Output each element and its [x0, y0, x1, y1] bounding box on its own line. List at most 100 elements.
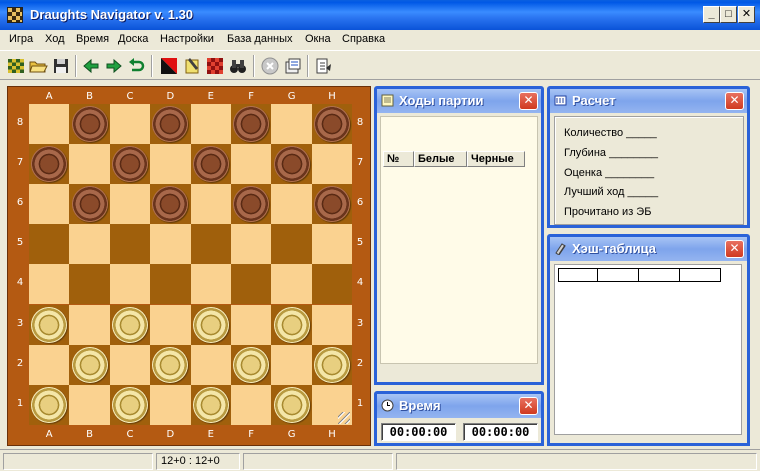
board-square-f3[interactable]: [231, 304, 272, 345]
dark-piece[interactable]: [233, 106, 270, 143]
board-square-e6[interactable]: [190, 184, 231, 225]
board-square-a2[interactable]: [29, 344, 70, 385]
board-square-f5[interactable]: [231, 224, 272, 265]
board-square-d4[interactable]: [150, 264, 191, 305]
board-square-f7[interactable]: [231, 144, 272, 185]
board-resize-grip[interactable]: [338, 412, 350, 424]
export-icon[interactable]: [314, 56, 334, 76]
light-piece[interactable]: [192, 306, 229, 343]
menu-game[interactable]: Игра: [9, 33, 33, 45]
board-square-e4[interactable]: [190, 264, 231, 305]
calc-panel-close-button[interactable]: ✕: [725, 92, 744, 110]
light-piece[interactable]: [31, 386, 68, 423]
dark-piece[interactable]: [71, 186, 108, 223]
board-square-d3[interactable]: [150, 304, 191, 345]
menu-move[interactable]: Ход: [45, 33, 65, 45]
board-square-h4[interactable]: [311, 264, 353, 305]
light-piece[interactable]: [192, 386, 229, 423]
board-square-g8[interactable]: [271, 104, 312, 145]
stop-icon[interactable]: [260, 56, 280, 76]
save-icon[interactable]: [51, 56, 71, 76]
board-square-e8[interactable]: [190, 104, 231, 145]
menu-board[interactable]: Доска: [118, 33, 148, 45]
properties-icon[interactable]: [283, 56, 303, 76]
board-square-b5[interactable]: [69, 224, 110, 265]
board-square-c6[interactable]: [109, 184, 151, 225]
dark-piece[interactable]: [192, 146, 229, 183]
file-label: A: [45, 429, 53, 440]
light-piece[interactable]: [31, 306, 68, 343]
board-square-g6[interactable]: [271, 184, 312, 225]
new-board-icon[interactable]: [6, 56, 26, 76]
open-folder-icon[interactable]: [28, 56, 48, 76]
board-square-b4[interactable]: [69, 264, 110, 305]
board-square-h3[interactable]: [311, 304, 353, 345]
board-square-f4[interactable]: [231, 264, 272, 305]
board-square-g2[interactable]: [271, 344, 312, 385]
light-piece[interactable]: [71, 346, 108, 383]
board-square-c4[interactable]: [109, 264, 151, 305]
hash-table[interactable]: [554, 264, 742, 435]
light-piece[interactable]: [273, 386, 310, 423]
light-piece[interactable]: [273, 306, 310, 343]
board-square-a8[interactable]: [29, 104, 70, 145]
column-white[interactable]: Белые: [414, 151, 467, 167]
column-number[interactable]: №: [383, 151, 414, 167]
dark-piece[interactable]: [314, 186, 350, 223]
menu-help[interactable]: Справка: [342, 33, 385, 45]
dark-piece[interactable]: [314, 106, 350, 143]
board-square-d7[interactable]: [150, 144, 191, 185]
board-square-d1[interactable]: [150, 384, 191, 425]
menu-settings[interactable]: Настройки: [160, 33, 214, 45]
light-piece[interactable]: [112, 306, 148, 343]
draughts-board[interactable]: [29, 104, 353, 425]
light-piece[interactable]: [152, 346, 189, 383]
menu-time[interactable]: Время: [76, 33, 109, 45]
flip-board-icon[interactable]: [159, 56, 179, 76]
undo-icon[interactable]: [127, 56, 147, 76]
menu-database[interactable]: База данных: [227, 33, 293, 45]
board-square-a4[interactable]: [29, 264, 70, 305]
board-square-f1[interactable]: [231, 384, 272, 425]
column-black[interactable]: Черные: [467, 151, 525, 167]
edit-position-icon[interactable]: [182, 56, 202, 76]
board-square-a6[interactable]: [29, 184, 70, 225]
maximize-button[interactable]: □: [720, 6, 737, 23]
arrow-left-icon[interactable]: [81, 56, 101, 76]
board-square-g4[interactable]: [271, 264, 312, 305]
board-square-h7[interactable]: [311, 144, 353, 185]
close-button[interactable]: ✕: [738, 6, 755, 23]
light-piece[interactable]: [314, 346, 350, 383]
moves-list[interactable]: № Белые Черные: [380, 116, 538, 364]
board-square-d5[interactable]: [150, 224, 191, 265]
board-square-c5[interactable]: [109, 224, 151, 265]
board-square-a5[interactable]: [29, 224, 70, 265]
dark-piece[interactable]: [71, 106, 108, 143]
dark-piece[interactable]: [112, 146, 148, 183]
board-square-b1[interactable]: [69, 384, 110, 425]
time-panel-close-button[interactable]: ✕: [519, 397, 538, 415]
status-time-control: 12+0 : 12+0: [156, 453, 240, 470]
board-square-b3[interactable]: [69, 304, 110, 345]
calc-read-from-eb: Прочитано из ЭБ: [564, 206, 652, 218]
light-piece[interactable]: [233, 346, 270, 383]
hash-panel-close-button[interactable]: ✕: [725, 240, 744, 258]
minimize-button[interactable]: _: [703, 6, 720, 23]
board-square-e5[interactable]: [190, 224, 231, 265]
status-cell-1: [3, 453, 153, 470]
hash-panel-title-bar: Хэш-таблица ✕: [550, 237, 747, 261]
board-square-b7[interactable]: [69, 144, 110, 185]
board-square-c2[interactable]: [109, 344, 151, 385]
arrow-right-icon[interactable]: [104, 56, 124, 76]
light-piece[interactable]: [112, 386, 148, 423]
board-square-c8[interactable]: [109, 104, 151, 145]
binoculars-icon[interactable]: [228, 56, 248, 76]
board-square-e2[interactable]: [190, 344, 231, 385]
board-square-h5[interactable]: [311, 224, 353, 265]
moves-panel-close-button[interactable]: ✕: [519, 92, 538, 110]
menu-windows[interactable]: Окна: [305, 33, 331, 45]
board-square-g5[interactable]: [271, 224, 312, 265]
dark-piece[interactable]: [273, 146, 310, 183]
board-pattern-icon[interactable]: [205, 56, 225, 76]
white-clock: 00:00:00: [381, 423, 456, 441]
